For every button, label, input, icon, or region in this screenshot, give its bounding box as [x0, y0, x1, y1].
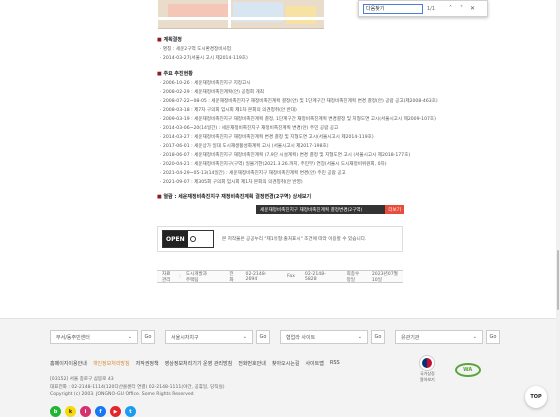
- go-button[interactable]: Go: [486, 330, 500, 344]
- progress-item: · 2021-09-07 : 제305회 구의회 임시회 제1차 본회의 의견청…: [160, 180, 303, 185]
- plan-item: · 2014-03-27(서울시 고시 제2014-119호): [160, 56, 248, 61]
- web-accessibility-mark: WA: [454, 362, 481, 377]
- footer-link[interactable]: 전화번호안내: [238, 360, 266, 367]
- find-match-count: 1/1: [427, 5, 436, 12]
- page-info-bar: 자료관리 | 도시개발과 주택팀 전화 02-2148-2694 Fax 02-2…: [157, 270, 403, 283]
- footer-link[interactable]: 찾아오시는길: [272, 360, 300, 367]
- naver-blog-icon[interactable]: b: [50, 406, 61, 417]
- fax-label: Fax: [287, 274, 295, 279]
- taegeuk-icon: [420, 356, 435, 370]
- progress-item: · 2020-04-21 : 세운재정비촉진지구(구역) 일몰기한(2021.3…: [160, 162, 387, 167]
- progress-item: · 2008-02-29 : 세운재정비촉진계획(안) 공청회 개최: [160, 90, 264, 95]
- youtube-icon[interactable]: ▶: [110, 406, 121, 417]
- progress-item: · 2008-07-22~08-05 : 세운재정비촉진지구 재정비촉진계획 결…: [160, 99, 438, 104]
- footer-site-selects: 부서/동주민센터 ⌄ Go 서울시자치구 ⌄ Go 협업라 사이트 ⌄ Go 유관기관 ⌄ Go: [50, 330, 500, 344]
- dept-value: 도시개발과 주택팀: [185, 271, 207, 283]
- go-button[interactable]: Go: [371, 330, 385, 344]
- go-button[interactable]: Go: [256, 330, 270, 344]
- open-license-logo[interactable]: OPEN: [162, 230, 214, 248]
- open-license-box: OPEN 본 저작물은 공공누리 "제1유형:출처표시" 조건에 따라 이용할 …: [157, 226, 403, 252]
- wa-mark-icon: WA: [454, 362, 481, 377]
- chevron-down-icon: ⌄: [357, 334, 362, 340]
- date-label: 최종수정일: [346, 271, 360, 283]
- progress-item: · 2008-03-18 : 제7차 구의회 임시회 제1차 본회의 의견청취(…: [160, 108, 297, 113]
- instagram-icon[interactable]: i: [80, 406, 91, 417]
- footer-link[interactable]: 영상정보처리기기 운영 관리방침: [165, 360, 233, 367]
- tel-value: 02-2148-2694: [245, 271, 267, 282]
- chevron-down-icon: ⌄: [127, 334, 132, 340]
- progress-item: · 2021-04-29~05-13(14일간) : 세운재정비촉진지구 재정비…: [160, 171, 346, 176]
- section-view-title[interactable]: ■ 열람 : 세운재정비촉진지구 재정비촉진계획 결정변경(2구역) 상세보기: [157, 193, 311, 200]
- footer-phone: 대표전화 : 02-2148-1114(120다산콜센터 연결) 02-2148…: [50, 385, 225, 390]
- page-scrollbar-track[interactable]: [556, 0, 560, 417]
- progress-item: · 2014-03-27 : 세운재정비촉진지구 재정비촉진계획 변경 결정 및…: [160, 135, 374, 140]
- progress-item: · 2018-06-07 : 세운재정비촉진지구 재정비촉진계획 (7,9단 시…: [160, 153, 411, 158]
- open-license-text: 본 저작물은 공공누리 "제1유형:출처표시" 조건에 따라 이용할 수 있습니…: [222, 237, 367, 242]
- find-prev-button[interactable]: ˄: [447, 5, 454, 12]
- detail-link-label: 세운재정비촉진지구 재정비촉진계획 결정변경(2구역): [260, 207, 363, 213]
- find-input[interactable]: [363, 3, 423, 14]
- footer-link-privacy[interactable]: 개인정보처리방침: [93, 360, 130, 367]
- plan-item: · 명칭 : 세운2구역 도시환경정비사업: [160, 47, 231, 52]
- section-plan-title: ■ 계획결정: [157, 37, 182, 43]
- dept-label: 자료관리: [162, 271, 171, 283]
- twitter-icon[interactable]: t: [125, 406, 136, 417]
- facebook-icon[interactable]: f: [95, 406, 106, 417]
- social-links: b k i f ▶ t: [50, 406, 136, 417]
- progress-item: · 2017-06-01 : 세운상가 일대 도시재생활성화계획 고시 (서울시…: [160, 144, 329, 149]
- footer-link[interactable]: RSS: [330, 360, 340, 367]
- dept-select[interactable]: 부서/동주민센터 ⌄: [50, 330, 138, 344]
- footer-link[interactable]: 저작권정책: [136, 360, 159, 367]
- find-in-page-bar: 1/1 ˄ ˅ ✕: [358, 0, 488, 17]
- footer-copyright: Copyright (c) 2003. JONGNO-GU Office. So…: [50, 392, 194, 397]
- progress-item: · 2006-10-26 : 세운재정비촉진지구 지정고시: [160, 81, 251, 86]
- footer-link[interactable]: 사이트맵: [305, 360, 323, 367]
- footer-marks: 국가상징 알아보기 WA: [420, 356, 481, 383]
- detail-link-bar[interactable]: 세운재정비촉진지구 재정비촉진계획 결정변경(2구역) 더보기: [256, 205, 404, 214]
- main-content: 1/1 ˄ ˅ ✕ ■ 계획결정 · 명칭 : 세운2구역 도시환경정비사업 ·…: [0, 0, 560, 318]
- progress-item: · 2014-03-06~20(14일간) : 세운재정비촉진지구 재정비촉진계…: [160, 126, 339, 131]
- page-scrollbar-thumb[interactable]: [557, 250, 559, 310]
- tel-label: 전화: [229, 271, 234, 283]
- national-symbol-link[interactable]: 국가상징 알아보기: [420, 356, 435, 383]
- chevron-down-icon: ⌄: [242, 334, 247, 340]
- scroll-top-button[interactable]: TOP: [525, 386, 547, 408]
- footer-links: 홈페이지이용안내 개인정보처리방침 저작권정책 영상정보처리기기 운영 관리방침…: [50, 360, 340, 367]
- find-next-button[interactable]: ˅: [458, 5, 465, 12]
- district-select[interactable]: 서울시자치구 ⌄: [165, 330, 253, 344]
- progress-item: · 2009-03-19 : 세운재정비촉진지구 재정비촉진계획 결정, 1단계…: [160, 117, 436, 122]
- related-select[interactable]: 유관기관 ⌄: [395, 330, 483, 344]
- fax-value: 02-2148-5828: [304, 271, 326, 282]
- go-button[interactable]: Go: [141, 330, 155, 344]
- location-map-image: [158, 0, 324, 29]
- chevron-down-icon: ⌄: [472, 334, 477, 340]
- more-button[interactable]: 더보기: [385, 205, 404, 214]
- find-close-button[interactable]: ✕: [469, 5, 476, 12]
- footer-link[interactable]: 홈페이지이용안내: [50, 360, 87, 367]
- section-progress-title: ■ 주요 추진현황: [157, 71, 193, 77]
- footer-address: [03152] 서울 종로구 삼봉로 43: [50, 377, 114, 382]
- kakaotalk-icon[interactable]: k: [65, 406, 76, 417]
- date-value: 2023년07월10일: [371, 271, 398, 283]
- person-icon: [189, 236, 196, 242]
- partner-select[interactable]: 협업라 사이트 ⌄: [280, 330, 368, 344]
